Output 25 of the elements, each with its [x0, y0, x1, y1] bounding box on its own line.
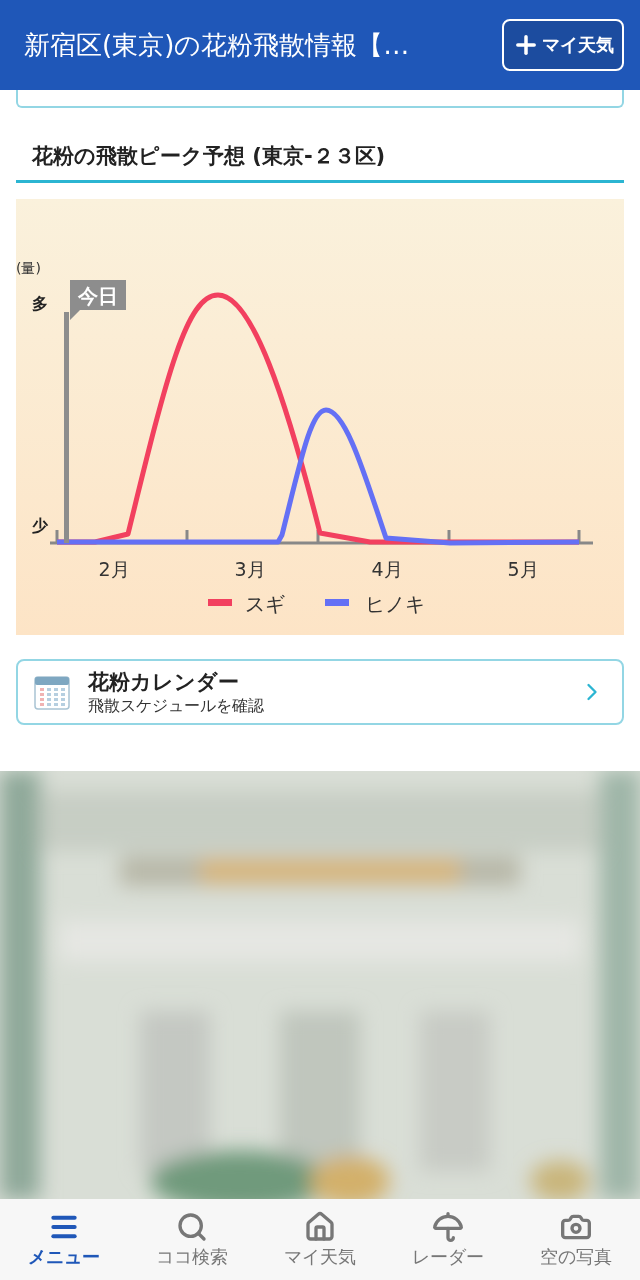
calendar-subtitle: 飛散スケジュールを確認: [88, 695, 265, 717]
house-icon: [304, 1210, 336, 1243]
calendar-title: 花粉カレンダー: [88, 668, 240, 696]
month-label: 4月: [371, 558, 403, 580]
legend-label: ヒノキ: [365, 592, 425, 616]
page-title: 新宿区(東京)の花粉飛散情報【…: [24, 28, 410, 62]
umbrella-icon: [432, 1210, 464, 1243]
axis-unit: (量): [16, 260, 41, 276]
nav-tab[interactable]: ココ検索: [156, 1210, 228, 1269]
today-label: 今日: [70, 280, 126, 320]
search-icon: [176, 1210, 208, 1243]
legend-label: スギ: [245, 592, 285, 616]
nav-tab[interactable]: レーダー: [412, 1210, 484, 1269]
axis-low-label: 少: [32, 516, 48, 535]
nav-tab[interactable]: 空の写真: [540, 1210, 612, 1269]
axis-high-label: 多: [32, 294, 48, 313]
nav-tab[interactable]: メニュー: [28, 1210, 100, 1269]
section-title: 花粉の飛散ピーク予想 (東京-２３区): [16, 142, 624, 183]
calendar-icon: [34, 674, 70, 710]
month-label: 2月: [98, 558, 130, 580]
nav-tab[interactable]: マイ天気: [284, 1210, 356, 1269]
pollen-calendar-link[interactable]: 花粉カレンダー 飛散スケジュールを確認: [16, 659, 624, 725]
add-my-weather-button[interactable]: マイ天気: [502, 19, 624, 71]
month-label: 3月: [234, 558, 266, 580]
month-label: 5月: [507, 558, 539, 580]
